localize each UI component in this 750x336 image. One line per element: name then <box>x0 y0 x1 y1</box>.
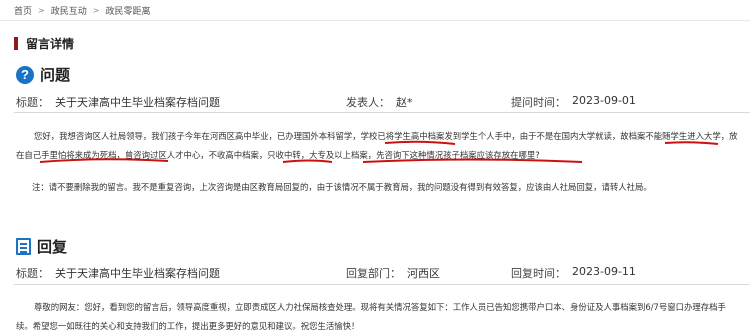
breadcrumb: 首页 > 政民互动 > 政民零距离 <box>14 4 150 17</box>
section-title: 留言详情 <box>26 37 75 51</box>
accent-bar <box>14 37 18 50</box>
reply-meta: 标题： 关于天津高中生毕业档案存档问题 回复部门： 河西区 回复时间： 2023… <box>16 265 636 281</box>
reply-time-label: 回复时间： <box>511 267 566 280</box>
question-header: ? 问题 <box>16 64 70 85</box>
question-circle-icon: ? <box>16 65 34 84</box>
question-note: 注：请不要删除我的留言。我不是重复咨询，上次咨询是由区教育局回复的，由于该情况不… <box>32 182 652 192</box>
breadcrumb-separator: > <box>92 6 100 15</box>
section-header: 留言详情 <box>14 35 74 52</box>
question-time: 2023-09-01 <box>572 94 636 107</box>
breadcrumb-separator: > <box>38 6 45 15</box>
meta-divider <box>14 284 750 285</box>
question-title: 关于天津高中生毕业档案存档问题 <box>55 96 220 109</box>
author-name: 赵* <box>396 96 413 109</box>
reply-title: 关于天津高中生毕业档案存档问题 <box>55 267 220 280</box>
header-divider <box>0 20 750 21</box>
title-label: 标题： <box>16 96 49 109</box>
reply-time: 2023-09-11 <box>572 265 636 278</box>
question-time-label: 提问时间： <box>511 96 566 109</box>
reply-header: 回复 <box>16 236 67 257</box>
reply-dept: 河西区 <box>407 267 440 280</box>
question-heading: 问题 <box>40 66 71 84</box>
breadcrumb-item-link[interactable]: 政民互动 <box>51 4 87 17</box>
handwritten-underline-marks <box>39 140 719 163</box>
edit-document-icon <box>16 238 31 255</box>
author-label: 发表人： <box>346 96 390 109</box>
meta-divider <box>14 112 750 113</box>
breadcrumb-current-link[interactable]: 政民零距离 <box>105 4 150 17</box>
breadcrumb-home-link[interactable]: 首页 <box>14 4 32 17</box>
dept-label: 回复部门： <box>346 267 401 280</box>
reply-heading: 回复 <box>37 238 68 256</box>
question-content: 您好，我想咨询区人社局领导，我们孩子今年在河西区高中毕业，已办理国外本科留学，学… <box>16 131 738 160</box>
title-label: 标题： <box>16 267 49 280</box>
reply-content: 尊敬的网友：您好，看到您的留言后，领导高度重视，立即责成区人力社保局核查处理。现… <box>16 302 726 331</box>
question-meta: 标题： 关于天津高中生毕业档案存档问题 发表人： 赵* 提问时间： 2023-0… <box>16 94 636 110</box>
